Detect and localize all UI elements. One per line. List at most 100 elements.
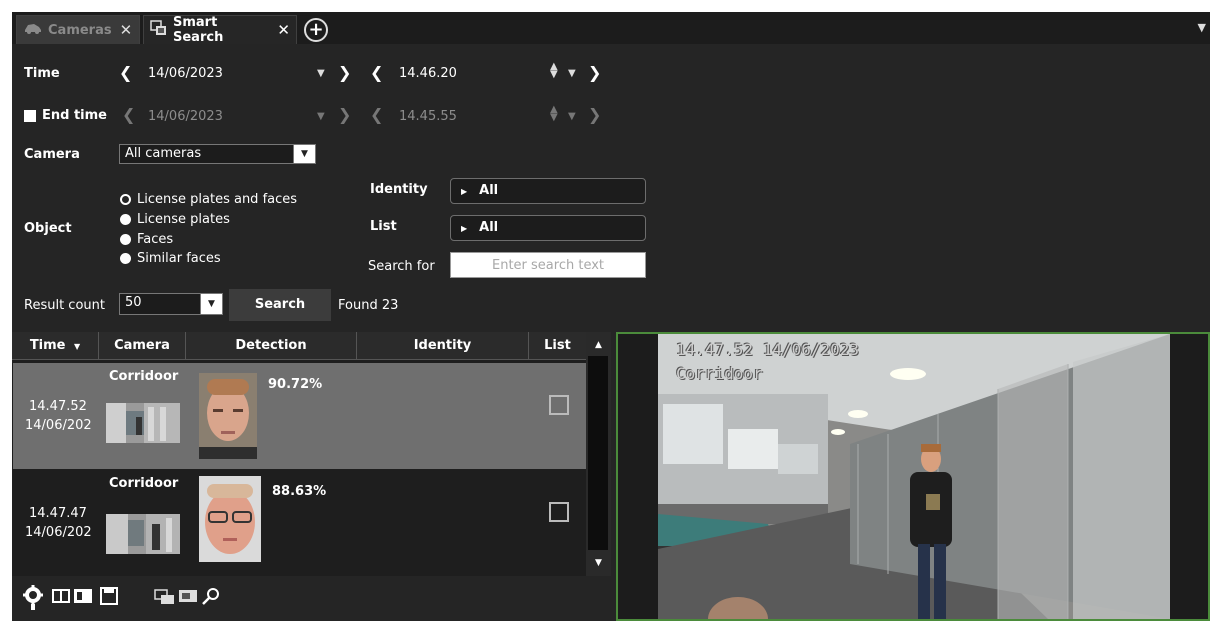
detection-score: 88.63% (272, 484, 327, 499)
end-date-value[interactable]: 14/06/2023 (148, 109, 223, 124)
detection-score: 90.72% (268, 377, 323, 392)
radio-label: Faces (137, 232, 174, 247)
result-count-label: Result count (24, 298, 105, 313)
identity-select[interactable]: ▶ All (450, 178, 646, 204)
date-next-arrow[interactable]: ❯ (338, 63, 351, 82)
scene-thumbnail[interactable] (106, 514, 180, 554)
split-view-icon[interactable] (74, 589, 92, 607)
time-clock-value[interactable]: 14.46.20 (399, 66, 457, 81)
close-icon[interactable]: ✕ (277, 21, 290, 39)
tab-cameras-label: Cameras (48, 22, 112, 38)
list-label: List (370, 219, 397, 234)
date-dropdown-icon[interactable]: ▼ (317, 68, 325, 79)
header-detection[interactable]: Detection (186, 332, 357, 360)
close-icon[interactable]: ✕ (120, 21, 133, 39)
radio-dot (120, 214, 131, 225)
row-camera: Corridoor (109, 369, 179, 384)
identity-value: All (479, 183, 499, 198)
end-clock-next-arrow[interactable]: ❯ (588, 105, 601, 124)
header-time[interactable]: Time ▼ (12, 332, 99, 360)
add-tab-icon[interactable]: + (304, 18, 328, 42)
tab-smart-search[interactable]: Smart Search ✕ (143, 15, 297, 45)
radio-label: License plates (137, 212, 230, 227)
table-header: Time ▼ Camera Detection Identity List (12, 332, 586, 360)
clock-dropdown-icon[interactable]: ▼ (568, 68, 576, 79)
search-button[interactable]: Search (229, 289, 331, 321)
end-date-prev-arrow[interactable]: ❮ (122, 105, 135, 124)
table-row[interactable]: 14.47.52 14/06/202 Corridoor 90.72% (13, 363, 586, 469)
video-camera-name: Corridoor (676, 364, 763, 383)
table-row[interactable]: 14.47.47 14/06/202 Corridoor 88.63% (13, 470, 586, 576)
cameras-icon[interactable] (154, 589, 176, 609)
end-clock-dropdown-icon[interactable]: ▼ (568, 111, 576, 122)
header-camera[interactable]: Camera (99, 332, 186, 360)
radio-faces[interactable]: Faces (120, 232, 173, 247)
clock-next-arrow[interactable]: ❯ (588, 63, 601, 82)
sort-down-icon: ▼ (74, 342, 81, 351)
app-window: Cameras ✕ Smart Search ✕ + ▼ Time ❮ 14/0… (12, 12, 1210, 621)
results-table: Time ▼ Camera Detection Identity List 14… (12, 332, 611, 576)
smart-search-icon (150, 20, 168, 40)
object-label: Object (24, 221, 72, 236)
gear-icon[interactable] (22, 584, 44, 614)
list-checkbox[interactable] (549, 502, 569, 522)
search-input[interactable]: Enter search text (450, 252, 646, 278)
results-scrollbar[interactable]: ▲ ▼ (586, 332, 611, 576)
end-clock-spinner-icon[interactable]: ▲ ▼ (550, 105, 558, 123)
end-clock-prev-arrow[interactable]: ❮ (370, 105, 383, 124)
camera-select[interactable]: All cameras ▼ (119, 144, 316, 164)
end-clock-value[interactable]: 14.45.55 (399, 109, 457, 124)
radio-label: Similar faces (137, 251, 221, 266)
video-preview[interactable]: 14.47.52 14/06/2023 Corridoor (616, 332, 1210, 621)
face-thumbnail[interactable] (199, 476, 261, 562)
scroll-down-icon[interactable]: ▼ (586, 554, 611, 572)
list-select[interactable]: ▶ All (450, 215, 646, 241)
row-time: 14.47.47 (29, 506, 87, 521)
radio-dot (120, 253, 131, 264)
scroll-up-icon[interactable]: ▲ (586, 336, 611, 354)
header-time-label: Time (29, 338, 66, 353)
result-count-value: 50 (125, 295, 142, 310)
row-date: 14/06/202 (25, 418, 92, 433)
time-label: Time (24, 66, 60, 81)
chevron-right-icon: ▶ (461, 187, 468, 196)
scroll-track[interactable] (588, 356, 608, 550)
clock-prev-arrow[interactable]: ❮ (370, 63, 383, 82)
row-date: 14/06/202 (25, 525, 92, 540)
row-camera: Corridoor (109, 476, 179, 491)
time-date-value[interactable]: 14/06/2023 (148, 66, 223, 81)
radio-dot (120, 234, 131, 245)
camera-select-value: All cameras (125, 146, 202, 161)
chevron-down-icon[interactable]: ▼ (200, 294, 222, 314)
tab-smart-search-label: Smart Search (173, 15, 224, 45)
radio-license-plates-and-faces[interactable]: License plates and faces (120, 192, 297, 207)
header-identity[interactable]: Identity (357, 332, 529, 360)
single-view-icon[interactable] (52, 589, 70, 607)
end-date-next-arrow[interactable]: ❯ (338, 105, 351, 124)
results-toolbar (12, 577, 611, 621)
face-thumbnail[interactable] (199, 373, 257, 459)
list-value: All (479, 220, 499, 235)
radio-label: License plates and faces (137, 192, 298, 207)
tab-bar: Cameras ✕ Smart Search ✕ + ▼ (12, 12, 1210, 45)
chevron-down-icon[interactable]: ▼ (293, 145, 315, 163)
date-prev-arrow[interactable]: ❮ (119, 63, 132, 82)
list-checkbox[interactable] (549, 395, 569, 415)
chevron-right-icon: ▶ (461, 224, 468, 233)
header-list[interactable]: List (529, 332, 586, 360)
identity-label: Identity (370, 182, 428, 197)
radio-similar-faces[interactable]: Similar faces (120, 251, 221, 266)
video-timestamp: 14.47.52 14/06/2023 (676, 340, 860, 359)
scene-thumbnail[interactable] (106, 403, 180, 443)
radio-license-plates[interactable]: License plates (120, 212, 230, 227)
radio-dot (120, 194, 131, 205)
menu-dropdown-icon[interactable]: ▼ (1198, 21, 1206, 34)
search-icon[interactable] (202, 587, 220, 609)
tab-cameras[interactable]: Cameras ✕ (16, 15, 140, 44)
end-date-dropdown-icon[interactable]: ▼ (317, 111, 325, 122)
save-icon[interactable] (100, 587, 118, 609)
result-count-select[interactable]: 50 ▼ (119, 293, 223, 315)
clock-spinner-icon[interactable]: ▲ ▼ (550, 62, 558, 80)
display-icon[interactable] (178, 589, 198, 609)
end-time-checkbox[interactable] (24, 110, 36, 122)
